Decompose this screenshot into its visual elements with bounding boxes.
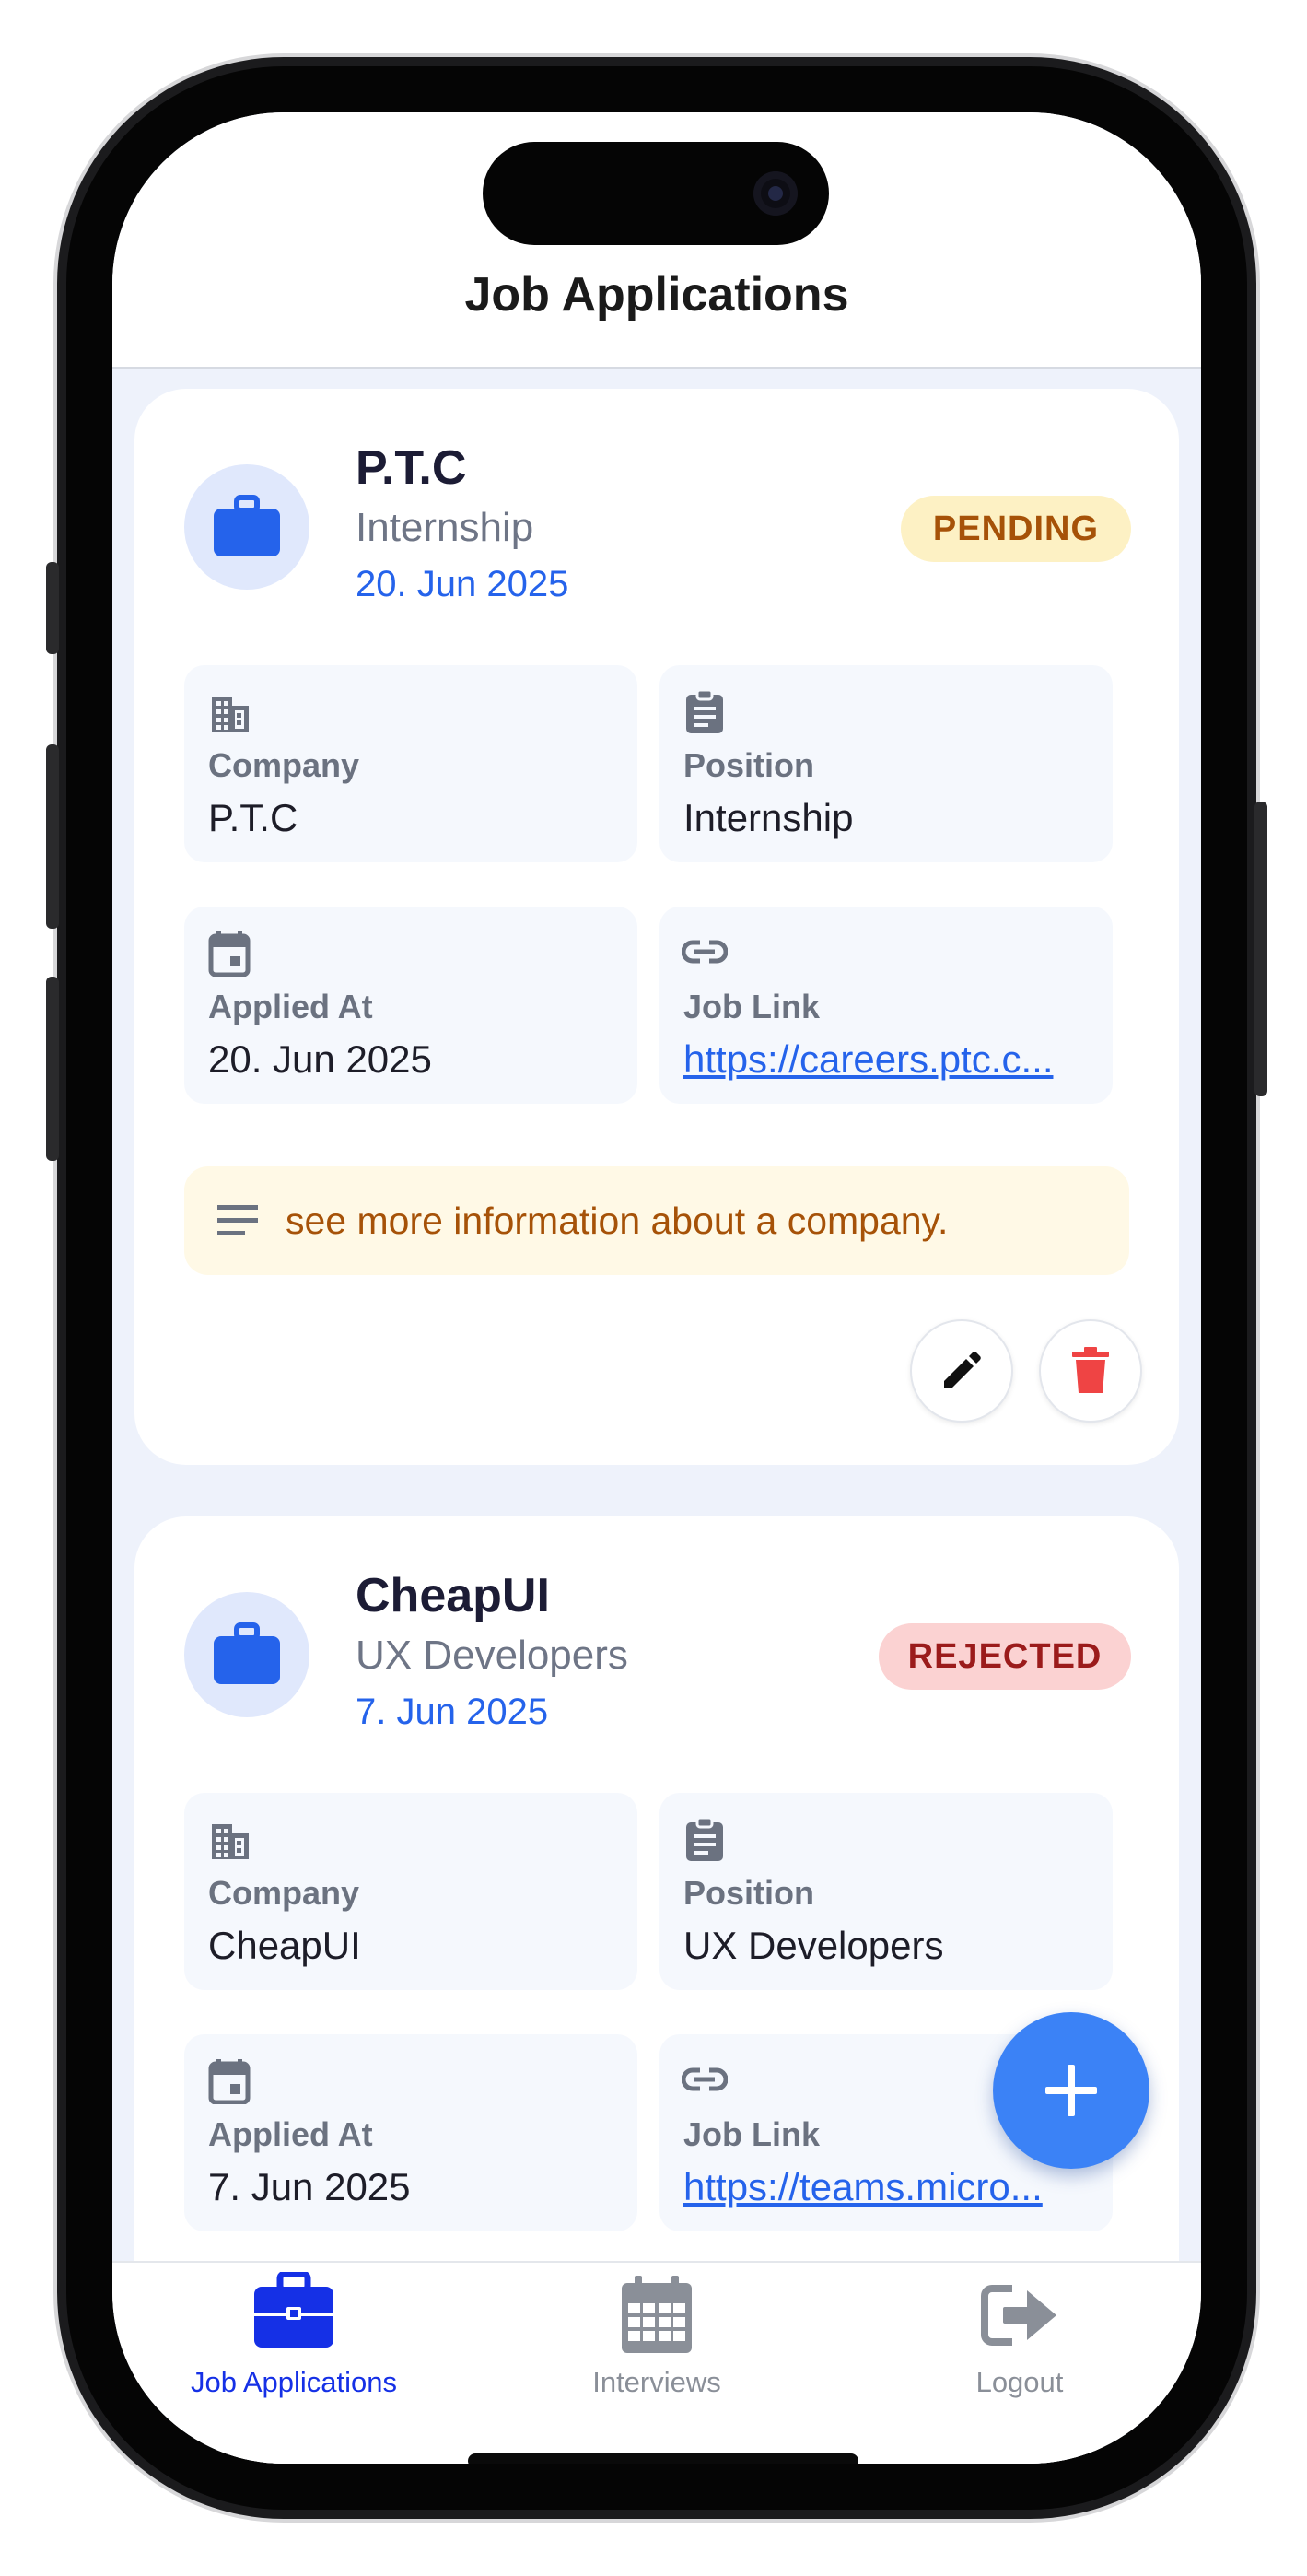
company-label: Company (208, 746, 360, 784)
add-application-button[interactable] (993, 2012, 1149, 2169)
job-link[interactable]: https://careers.ptc.c... (683, 1037, 1100, 1082)
bottom-tab-bar: Job Applications Interviews Logout (112, 2261, 1201, 2464)
position-tile: Position Internship (659, 665, 1113, 862)
building-icon (212, 1824, 249, 1859)
tab-label: Logout (975, 2366, 1064, 2398)
applied-label: Applied At (208, 988, 373, 1025)
position-text: Internship (356, 505, 534, 550)
position-text: UX Developers (356, 1633, 628, 1678)
briefcase-icon (214, 495, 280, 556)
calendar-event-icon (208, 931, 251, 977)
applied-value: 20. Jun 2025 (208, 1037, 432, 1081)
status-badge: PENDING (901, 496, 1131, 562)
applied-date: 7. Jun 2025 (356, 1692, 549, 1732)
company-tile: Company P.T.C (184, 665, 637, 862)
app-screen: P.T.C Internship 20. Jun 2025 PENDING Co… (112, 112, 1201, 2464)
clipboard-icon (686, 689, 723, 733)
mute-switch (46, 562, 59, 654)
applied-label: Applied At (208, 2115, 373, 2153)
job-link-label: Job Link (683, 2115, 821, 2153)
calendar-icon (622, 2276, 692, 2353)
note-box: see more information about a company. (184, 1166, 1129, 1275)
applied-tile: Applied At 7. Jun 2025 (184, 2034, 637, 2231)
clipboard-icon (686, 1817, 723, 1861)
job-link-label: Job Link (683, 988, 821, 1025)
applied-tile: Applied At 20. Jun 2025 (184, 907, 637, 1104)
company-value: P.T.C (208, 796, 298, 839)
tab-label: Job Applications (190, 2366, 398, 2398)
status-badge: REJECTED (879, 1623, 1131, 1690)
plus-icon (1045, 2065, 1097, 2116)
page-title: Job Applications (464, 268, 849, 322)
applied-date: 20. Jun 2025 (356, 564, 569, 604)
company-logo (184, 1592, 309, 1717)
tab-interviews[interactable]: Interviews (475, 2263, 838, 2419)
position-value: UX Developers (683, 1924, 944, 1967)
company-tile: Company CheapUI (184, 1793, 637, 1990)
home-indicator (468, 2453, 858, 2464)
link-icon (682, 940, 728, 964)
tab-label: Interviews (592, 2366, 721, 2398)
notes-icon (217, 1205, 258, 1235)
job-link[interactable]: https://teams.micro... (683, 2165, 1100, 2209)
position-label: Position (683, 746, 814, 784)
edit-button[interactable] (910, 1319, 1013, 1423)
company-value: CheapUI (208, 1924, 361, 1967)
position-label: Position (683, 1874, 814, 1912)
note-text: see more information about a company. (286, 1200, 949, 1242)
trash-icon (1072, 1347, 1109, 1393)
power-button (1254, 802, 1267, 1096)
tab-logout[interactable]: Logout (838, 2263, 1201, 2419)
application-card[interactable]: P.T.C Internship 20. Jun 2025 PENDING Co… (134, 389, 1179, 1465)
link-icon (682, 2067, 728, 2091)
pencil-icon (944, 1352, 981, 1388)
tab-job-applications[interactable]: Job Applications (112, 2263, 475, 2419)
volume-down-button (46, 977, 59, 1161)
applied-value: 7. Jun 2025 (208, 2165, 411, 2208)
company-label: Company (208, 1874, 360, 1912)
briefcase-icon (254, 2272, 333, 2348)
logout-icon (981, 2285, 1056, 2346)
company-name: P.T.C (356, 441, 467, 495)
building-icon (212, 697, 249, 732)
job-link-tile: Job Link https://careers.ptc.c... (659, 907, 1113, 1104)
position-value: Internship (683, 796, 854, 839)
calendar-event-icon (208, 2059, 251, 2104)
briefcase-icon (214, 1622, 280, 1684)
delete-button[interactable] (1039, 1319, 1142, 1423)
company-logo (184, 464, 309, 590)
position-tile: Position UX Developers (659, 1793, 1113, 1990)
volume-up-button (46, 744, 59, 929)
camera-lens (768, 186, 783, 201)
company-name: CheapUI (356, 1569, 550, 1622)
